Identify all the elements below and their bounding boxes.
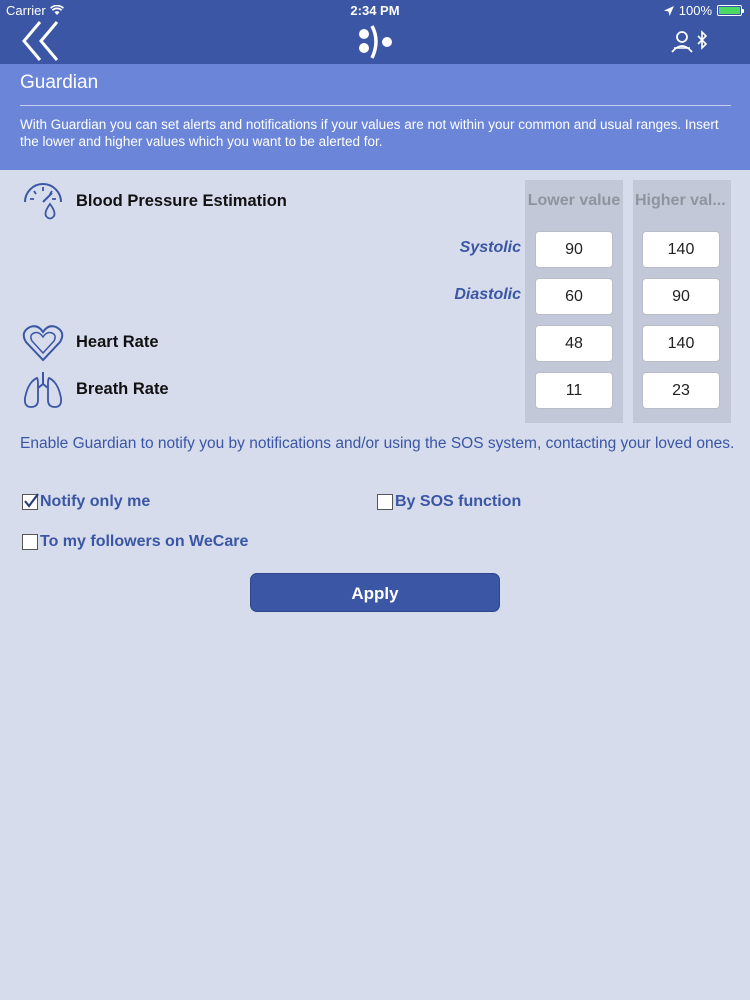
sos-label: By SOS function <box>395 493 522 510</box>
systolic-lower-input[interactable]: 90 <box>535 231 613 268</box>
user-bluetooth-icon[interactable] <box>670 30 712 54</box>
diastolic-lower-input[interactable]: 60 <box>535 278 613 315</box>
location-arrow-icon <box>663 5 674 16</box>
heart-rate-lower-input[interactable]: 48 <box>535 325 613 362</box>
breath-rate-label: Breath Rate <box>76 380 169 398</box>
systolic-label: Systolic <box>459 239 521 256</box>
notify-only-me-option[interactable]: Notify only me <box>22 493 150 511</box>
lungs-icon <box>23 372 63 408</box>
guardian-header-panel: Guardian With Guardian you can set alert… <box>0 64 750 170</box>
app-logo-icon <box>359 25 392 59</box>
breath-rate-lower-input[interactable]: 11 <box>535 372 613 409</box>
diastolic-higher-input[interactable]: 90 <box>642 278 720 315</box>
guardian-title: Guardian <box>20 72 99 93</box>
status-right: 100% <box>663 3 744 18</box>
notify-only-me-checkbox[interactable] <box>22 493 39 510</box>
heart-rate-higher-input[interactable]: 140 <box>642 325 720 362</box>
back-button[interactable] <box>20 20 64 62</box>
notify-description: Enable Guardian to notify you by notific… <box>20 435 735 452</box>
higher-value-header: Higher val... <box>635 192 726 209</box>
battery-icon <box>717 5 744 16</box>
followers-checkbox[interactable] <box>22 534 38 550</box>
followers-label: To my followers on WeCare <box>40 533 249 550</box>
systolic-higher-input[interactable]: 140 <box>642 231 720 268</box>
checkmark-icon <box>24 493 39 508</box>
guardian-divider <box>20 105 731 106</box>
blood-pressure-label: Blood Pressure Estimation <box>76 192 287 210</box>
apply-button[interactable]: Apply <box>250 573 500 612</box>
sos-checkbox[interactable] <box>377 494 393 510</box>
heart-rate-label: Heart Rate <box>76 333 159 351</box>
notify-only-me-label: Notify only me <box>40 493 151 510</box>
diastolic-label: Diastolic <box>454 286 521 303</box>
status-time: 2:34 PM <box>350 3 400 18</box>
followers-option[interactable]: To my followers on WeCare <box>22 533 248 551</box>
heart-icon <box>22 325 64 362</box>
top-nav-bar: Carrier 2:34 PM 100% <box>0 0 750 64</box>
sos-option[interactable]: By SOS function <box>377 493 521 511</box>
lower-value-header: Lower value <box>527 192 621 209</box>
guardian-description: With Guardian you can set alerts and not… <box>20 117 719 149</box>
breath-rate-higher-input[interactable]: 23 <box>642 372 720 409</box>
status-bar: Carrier 2:34 PM 100% <box>0 0 750 20</box>
battery-percent: 100% <box>678 3 712 18</box>
blood-pressure-gauge-icon <box>24 183 62 220</box>
